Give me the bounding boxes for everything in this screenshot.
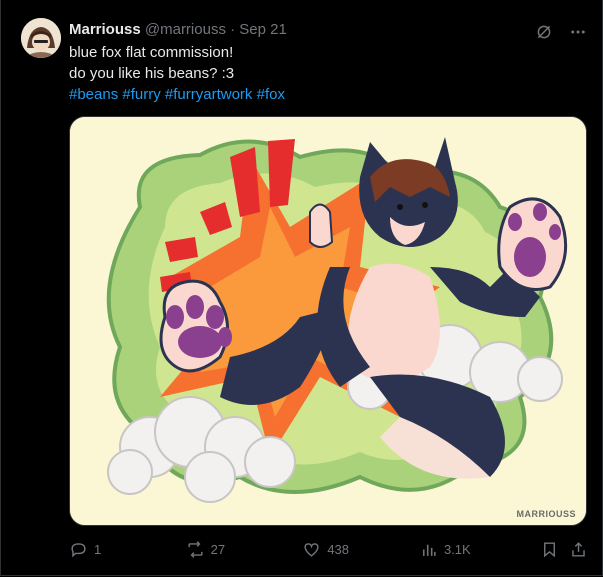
views-button[interactable]: 3.1K	[419, 540, 540, 559]
bookmark-button[interactable]	[540, 540, 570, 559]
repost-count: 27	[210, 541, 226, 557]
tweet-line-2: do you like his beans? :3	[69, 65, 235, 82]
repost-button[interactable]: 27	[186, 540, 303, 559]
grok-icon[interactable]	[534, 22, 554, 42]
like-button[interactable]: 438	[302, 540, 419, 559]
share-icon	[572, 541, 585, 557]
more-icon[interactable]	[568, 22, 588, 42]
views-icon	[422, 544, 436, 556]
hashtag-beans[interactable]: #beans	[69, 86, 118, 103]
user-handle[interactable]: @marriouss	[145, 21, 226, 38]
hashtag-furry[interactable]: #furry	[122, 86, 160, 103]
share-button[interactable]	[569, 540, 589, 559]
post-date[interactable]: Sep 21	[239, 21, 287, 38]
avatar[interactable]	[21, 18, 61, 58]
repost-icon	[188, 540, 203, 558]
tweet-top-actions	[534, 22, 588, 42]
artist-watermark: MARRIOUSS	[516, 509, 576, 519]
like-count: 438	[327, 541, 350, 557]
reply-button[interactable]: 1	[69, 540, 186, 559]
view-count: 3.1K	[443, 541, 471, 557]
hashtag-furryartwork[interactable]: #furryartwork	[165, 86, 253, 103]
display-name[interactable]: Marriouss	[69, 21, 141, 38]
fox-artwork	[70, 117, 586, 525]
tweet-header: Marriouss @marriouss · Sep 21	[69, 20, 529, 40]
tweet-card[interactable]: Marriouss @marriouss · Sep 21 blue fox f…	[0, 0, 603, 576]
reply-icon	[71, 542, 86, 558]
hashtag-fox[interactable]: #fox	[257, 86, 285, 103]
separator: ·	[230, 21, 236, 38]
media-image[interactable]: MARRIOUSS	[69, 116, 587, 526]
hashtag-row: #beans #furry #furryartwork #fox	[69, 84, 579, 105]
tweet-text: blue fox flat commission! do you like hi…	[69, 42, 579, 105]
tweet-line-1: blue fox flat commission!	[69, 44, 234, 61]
like-icon	[304, 542, 319, 557]
bookmark-icon	[543, 541, 555, 557]
tweet-actions-bar: 1 27 438 3.1K	[69, 538, 589, 560]
reply-count: 1	[94, 541, 102, 557]
